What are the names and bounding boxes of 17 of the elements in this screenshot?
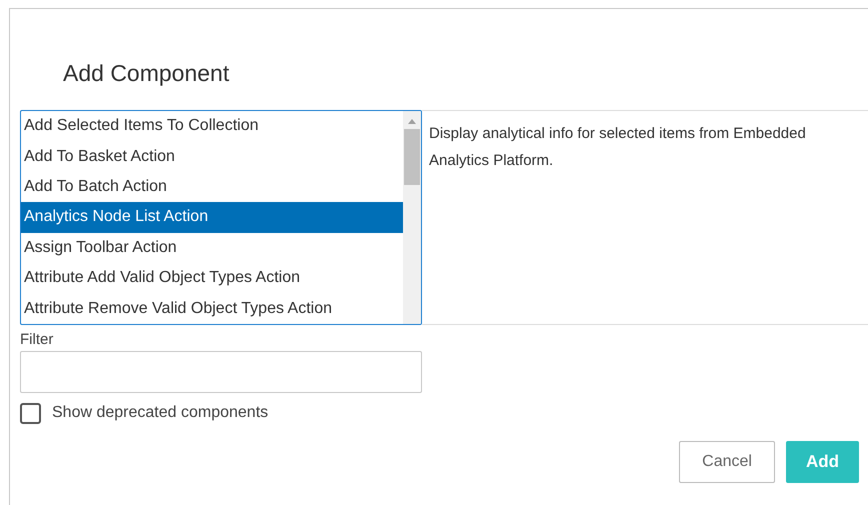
- list-item[interactable]: Analytics Node List Action: [21, 202, 403, 233]
- scroll-thumb[interactable]: [404, 129, 420, 185]
- list-item[interactable]: Attribute Remove Valid Object Types Action: [21, 294, 403, 324]
- list-item[interactable]: Add Selected Items To Collection: [21, 111, 403, 142]
- dialog-title: Add Component: [63, 59, 230, 87]
- checkbox-label: Show deprecated components: [52, 403, 268, 423]
- list-item[interactable]: Add To Batch Action: [21, 172, 403, 202]
- filter-label: Filter: [20, 330, 54, 350]
- scrollbar[interactable]: [403, 111, 421, 324]
- cancel-button[interactable]: Cancel: [679, 441, 775, 483]
- description: Display analytical info for selected items from Embedded Analytics Platform.: [429, 124, 807, 171]
- scroll-up-icon[interactable]: [408, 119, 416, 124]
- checkbox[interactable]: [20, 402, 41, 424]
- list-item[interactable]: Add To Basket Action: [21, 141, 403, 172]
- list-item[interactable]: Attribute Add Valid Object Types Action: [21, 263, 403, 294]
- filter-field[interactable]: [20, 351, 422, 393]
- list-item[interactable]: Assign Toolbar Action: [21, 232, 403, 264]
